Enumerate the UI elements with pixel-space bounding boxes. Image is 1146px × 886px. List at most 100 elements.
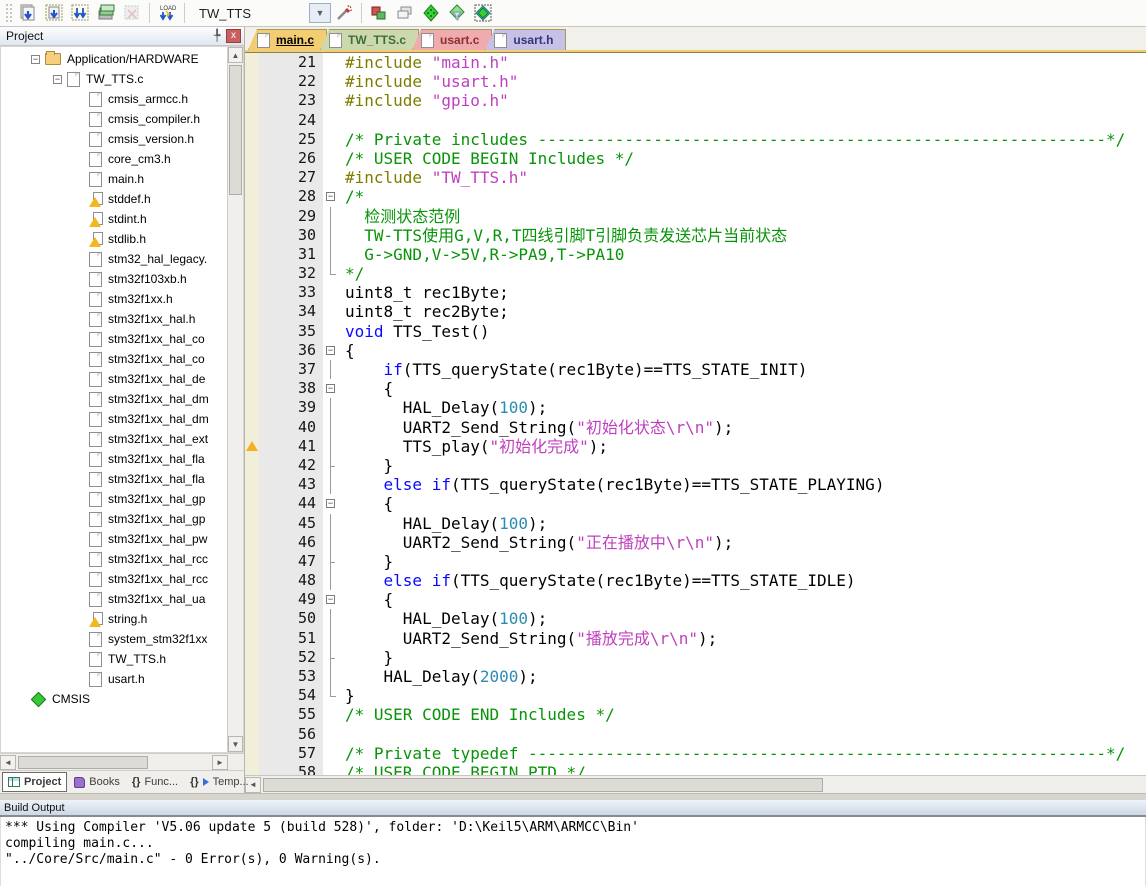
fold-column[interactable]: − [323, 494, 340, 513]
code-line-33[interactable]: 33uint8_t rec1Byte; [245, 283, 1146, 302]
tree-item-cmsis-armcc-h[interactable]: cmsis_armcc.h [1, 89, 227, 109]
tree-item-stm32f1xx-hal-rcc[interactable]: stm32f1xx_hal_rcc [1, 549, 227, 569]
tree-item-stm32f1xx-hal-ua[interactable]: stm32f1xx_hal_ua [1, 589, 227, 609]
target-select[interactable]: TW_TTS [189, 6, 309, 21]
tree-item-core-cm3-h[interactable]: core_cm3.h [1, 149, 227, 169]
workspace-tab-func[interactable]: {}Func... [127, 772, 183, 792]
tree-item-tw-tts-h[interactable]: TW_TTS.h [1, 649, 227, 669]
code-area[interactable]: 21#include "main.h"22#include "usart.h"2… [245, 53, 1146, 775]
code-line-45[interactable]: 45 HAL_Delay(100); [245, 514, 1146, 533]
editor-tab-main-c[interactable]: main.c [248, 29, 327, 50]
editor-tab-tw-tts-c[interactable]: TW_TTS.c [320, 29, 419, 50]
tree-horizontal-scrollbar[interactable]: ◄ ► [0, 753, 244, 770]
batch-build-icon[interactable] [93, 1, 119, 25]
code-line-29[interactable]: 29 检测状态范例 [245, 207, 1146, 226]
editor-tab-usart-h[interactable]: usart.h [485, 29, 566, 50]
workspace-tab-books[interactable]: Books [69, 772, 125, 792]
code-line-37[interactable]: 37 if(TTS_queryState(rec1Byte)==TTS_STAT… [245, 360, 1146, 379]
fold-column[interactable]: − [323, 379, 340, 398]
editor-tab-usart-c[interactable]: usart.c [412, 29, 492, 50]
code-line-27[interactable]: 27#include "TW_TTS.h" [245, 168, 1146, 187]
code-line-52[interactable]: 52 } [245, 648, 1146, 667]
rte-diamond-icon[interactable] [470, 1, 496, 25]
tree-item-system-stm32f1xx[interactable]: system_stm32f1xx [1, 629, 227, 649]
code-line-40[interactable]: 40 UART2_Send_String("初始化状态\r\n"); [245, 418, 1146, 437]
tree-item-stm32f1xx-hal-gp[interactable]: stm32f1xx_hal_gp [1, 489, 227, 509]
tree-item-stm32f1xx-hal-fla[interactable]: stm32f1xx_hal_fla [1, 449, 227, 469]
horizontal-splitter[interactable] [0, 793, 1146, 800]
tree-item-stm32f1xx-hal-gp[interactable]: stm32f1xx_hal_gp [1, 509, 227, 529]
tree-item-stm32f1xx-h[interactable]: stm32f1xx.h [1, 289, 227, 309]
tree-item-stm32f1xx-hal-co[interactable]: stm32f1xx_hal_co [1, 329, 227, 349]
build-output-log[interactable]: *** Using Compiler 'V5.06 update 5 (buil… [0, 817, 1146, 886]
workspace-tab-project[interactable]: Project [2, 772, 67, 792]
code-line-43[interactable]: 43 else if(TTS_queryState(rec1Byte)==TTS… [245, 475, 1146, 494]
code-line-30[interactable]: 30 TW-TTS使用G,V,R,T四线引脚T引脚负责发送芯片当前状态 [245, 226, 1146, 245]
tree-item-tw-tts-c[interactable]: −TW_TTS.c [1, 69, 227, 89]
tree-item-application-hardware[interactable]: −Application/HARDWARE [1, 49, 227, 69]
code-line-58[interactable]: 58/* USER CODE BEGIN PTD */ [245, 763, 1146, 775]
tree-item-stddef-h[interactable]: stddef.h [1, 189, 227, 209]
code-line-35[interactable]: 35void TTS_Test() [245, 322, 1146, 341]
collapse-icon[interactable]: − [53, 75, 62, 84]
code-line-50[interactable]: 50 HAL_Delay(100); [245, 609, 1146, 628]
editor-horizontal-scrollbar[interactable]: ◄ [245, 775, 1146, 793]
code-line-44[interactable]: 44− { [245, 494, 1146, 513]
code-line-34[interactable]: 34uint8_t rec2Byte; [245, 302, 1146, 321]
tree-item-stm32-hal-legacy-[interactable]: stm32_hal_legacy. [1, 249, 227, 269]
code-line-21[interactable]: 21#include "main.h" [245, 53, 1146, 72]
windows-icon[interactable] [392, 1, 418, 25]
code-line-49[interactable]: 49− { [245, 590, 1146, 609]
tree-item-stm32f1xx-hal-ext[interactable]: stm32f1xx_hal_ext [1, 429, 227, 449]
code-line-22[interactable]: 22#include "usart.h" [245, 72, 1146, 91]
fold-column[interactable]: − [323, 187, 340, 206]
code-line-47[interactable]: 47 } [245, 552, 1146, 571]
code-line-24[interactable]: 24 [245, 111, 1146, 130]
tree-item-cmsis[interactable]: CMSIS [1, 689, 227, 709]
code-line-42[interactable]: 42 } [245, 456, 1146, 475]
tree-item-usart-h[interactable]: usart.h [1, 669, 227, 689]
tree-item-stm32f1xx-hal-de[interactable]: stm32f1xx_hal_de [1, 369, 227, 389]
fold-column[interactable]: − [323, 590, 340, 609]
code-line-23[interactable]: 23#include "gpio.h" [245, 91, 1146, 110]
code-line-46[interactable]: 46 UART2_Send_String("正在播放中\r\n"); [245, 533, 1146, 552]
tree-item-stm32f103xb-h[interactable]: stm32f103xb.h [1, 269, 227, 289]
pin-icon[interactable]: ╄ [211, 30, 223, 42]
scroll-down-icon[interactable]: ▼ [228, 736, 243, 752]
code-line-51[interactable]: 51 UART2_Send_String("播放完成\r\n"); [245, 629, 1146, 648]
tree-item-stdint-h[interactable]: stdint.h [1, 209, 227, 229]
manage-components-icon[interactable] [366, 1, 392, 25]
filter-diamond-icon[interactable] [444, 1, 470, 25]
toolbar-grip[interactable] [5, 3, 12, 23]
tree-item-stm32f1xx-hal-rcc[interactable]: stm32f1xx_hal_rcc [1, 569, 227, 589]
code-line-53[interactable]: 53 HAL_Delay(2000); [245, 667, 1146, 686]
tree-item-main-h[interactable]: main.h [1, 169, 227, 189]
tree-item-cmsis-compiler-h[interactable]: cmsis_compiler.h [1, 109, 227, 129]
target-dropdown-button[interactable]: ▼ [309, 3, 331, 23]
collapse-icon[interactable]: − [31, 55, 40, 64]
tree-item-stm32f1xx-hal-dm[interactable]: stm32f1xx_hal_dm [1, 409, 227, 429]
code-line-41[interactable]: 41 TTS_play("初始化完成"); [245, 437, 1146, 456]
code-line-31[interactable]: 31 G->GND,V->5V,R->PA9,T->PA10 [245, 245, 1146, 264]
code-line-56[interactable]: 56 [245, 725, 1146, 744]
code-line-55[interactable]: 55/* USER CODE END Includes */ [245, 705, 1146, 724]
scroll-right-icon[interactable]: ► [212, 755, 228, 770]
code-line-32[interactable]: 32*/ [245, 264, 1146, 283]
scroll-left-icon[interactable]: ◄ [0, 755, 16, 770]
tree-vertical-scrollbar[interactable]: ▲ ▼ [227, 47, 243, 752]
tree-item-cmsis-version-h[interactable]: cmsis_version.h [1, 129, 227, 149]
stop-build-icon[interactable] [119, 1, 145, 25]
tree-item-stm32f1xx-hal-dm[interactable]: stm32f1xx_hal_dm [1, 389, 227, 409]
close-panel-icon[interactable]: x [226, 29, 241, 43]
code-line-38[interactable]: 38− { [245, 379, 1146, 398]
workspace-tab-temp[interactable]: {}Temp... [185, 772, 254, 792]
rebuild-icon[interactable] [67, 1, 93, 25]
tree-item-stdlib-h[interactable]: stdlib.h [1, 229, 227, 249]
tree-item-stm32f1xx-hal-pw[interactable]: stm32f1xx_hal_pw [1, 529, 227, 549]
code-line-36[interactable]: 36−{ [245, 341, 1146, 360]
tree-item-string-h[interactable]: string.h [1, 609, 227, 629]
code-line-25[interactable]: 25/* Private includes ------------------… [245, 130, 1146, 149]
build-icon[interactable] [41, 1, 67, 25]
options-wand-icon[interactable] [331, 1, 357, 25]
code-line-39[interactable]: 39 HAL_Delay(100); [245, 398, 1146, 417]
